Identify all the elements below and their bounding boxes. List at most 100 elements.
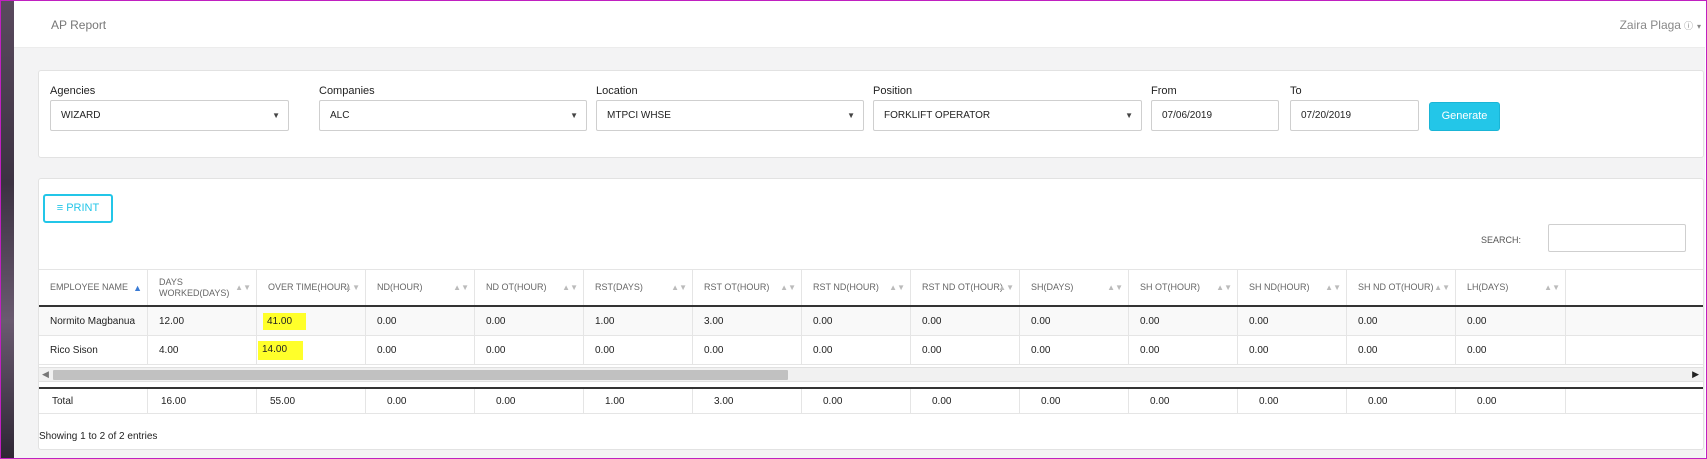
cell-value: 12.00: [159, 315, 185, 327]
column-header-label: SH(DAYS): [1031, 282, 1074, 292]
position-select[interactable]: FORKLIFT OPERATOR ▼: [873, 100, 1142, 131]
total-cell: 0.00: [802, 389, 911, 413]
table-cell: 0.00: [475, 307, 584, 335]
table-cell: 0.00: [693, 336, 802, 364]
to-date-input[interactable]: 07/20/2019: [1290, 100, 1419, 131]
total-value: 0.00: [932, 395, 952, 407]
table-cell: 0.00: [1347, 307, 1456, 335]
column-header-label: DAYS WORKED(DAYS): [159, 276, 230, 298]
cell-value: Rico Sison: [50, 344, 98, 356]
sort-icon: ▲▼: [344, 282, 360, 292]
table-cell: 4.00: [148, 336, 257, 364]
main-content: Agencies WIZARD ▼ Companies ALC ▼ Locati…: [14, 48, 1705, 458]
total-label: Total: [52, 395, 74, 407]
to-date-value: 07/20/2019: [1301, 110, 1352, 121]
total-value: 0.00: [1041, 395, 1061, 407]
dropdown-arrow-icon: ▼: [570, 111, 578, 120]
column-header-label: ND OT(HOUR): [486, 282, 547, 292]
sort-icon: ▲▼: [235, 282, 251, 292]
total-value: 0.00: [1477, 395, 1497, 407]
cell-value: 0.00: [377, 344, 397, 356]
column-header[interactable]: ND OT(HOUR) ▲▼: [475, 270, 584, 305]
column-header[interactable]: DAYS WORKED(DAYS) ▲▼: [148, 270, 257, 305]
from-label: From: [1151, 85, 1177, 97]
table-footer: Total 16.00 55.00 0.00 0.00 1.00 3.00 0.00 0.00 0…: [39, 387, 1703, 414]
sort-asc-icon: ▲: [133, 282, 142, 293]
table-cell: 0.00: [1238, 336, 1347, 364]
dropdown-arrow-icon: ▼: [1125, 111, 1133, 120]
from-field: From 07/06/2019: [1151, 85, 1279, 131]
chevron-down-icon[interactable]: ▾: [1697, 22, 1701, 31]
location-label: Location: [596, 85, 638, 97]
column-header-label: RST ND(HOUR): [813, 282, 879, 292]
from-date-value: 07/06/2019: [1162, 110, 1213, 121]
cell-value: 0.00: [1249, 315, 1269, 327]
table-cell: 0.00: [584, 336, 693, 364]
total-cell: 0.00: [1020, 389, 1129, 413]
horizontal-scrollbar[interactable]: ◀ ▶: [39, 367, 1703, 382]
column-header[interactable]: SH OT(HOUR) ▲▼: [1129, 270, 1238, 305]
user-menu[interactable]: Zaira Plaga ⓘ ▾: [1620, 18, 1701, 32]
column-header[interactable]: OVER TIME(HOUR) ▲▼: [257, 270, 366, 305]
search-input[interactable]: [1548, 224, 1686, 252]
column-header[interactable]: RST ND(HOUR) ▲▼: [802, 270, 911, 305]
column-header-label: SH OT(HOUR): [1140, 282, 1200, 292]
cell-value: 0.00: [1467, 344, 1487, 356]
column-header-label: SH ND(HOUR): [1249, 282, 1310, 292]
table-cell: Normito Magbanua: [39, 307, 148, 335]
table-cell: 0.00: [1347, 336, 1456, 364]
cell-value: 0.00: [922, 344, 942, 356]
cell-value: 0.00: [1031, 315, 1051, 327]
table-cell: 0.00: [1238, 307, 1347, 335]
column-header[interactable]: RST OT(HOUR) ▲▼: [693, 270, 802, 305]
table-cell: 0.00: [1020, 307, 1129, 335]
column-header-label: RST OT(HOUR): [704, 282, 770, 292]
total-value: 0.00: [387, 395, 407, 407]
cell-value: 0.00: [704, 344, 724, 356]
column-header[interactable]: ND(HOUR) ▲▼: [366, 270, 475, 305]
scrollbar-thumb[interactable]: [53, 370, 788, 380]
table-cell: 0.00: [911, 307, 1020, 335]
dropdown-arrow-icon: ▼: [847, 111, 855, 120]
user-name[interactable]: Zaira Plaga: [1620, 18, 1681, 32]
total-cell: 0.00: [475, 389, 584, 413]
column-header[interactable]: EMPLOYEE NAME ▲: [39, 270, 148, 305]
column-header-label: RST ND OT(HOUR): [922, 282, 1003, 292]
cell-value: Normito Magbanua: [50, 315, 136, 327]
column-header[interactable]: SH(DAYS) ▲▼: [1020, 270, 1129, 305]
table-cell: 41.00: [257, 307, 366, 335]
total-value: 1.00: [605, 395, 625, 407]
column-header-label: ND(HOUR): [377, 282, 423, 292]
column-header-label: EMPLOYEE NAME: [50, 282, 129, 292]
column-header[interactable]: SH ND(HOUR) ▲▼: [1238, 270, 1347, 305]
table-info: Showing 1 to 2 of 2 entries: [39, 431, 158, 442]
search-label: SEARCH:: [1481, 235, 1522, 245]
agencies-value: WIZARD: [61, 110, 101, 121]
table-cell: 1.00: [584, 307, 693, 335]
column-header[interactable]: SH ND OT(HOUR) ▲▼: [1347, 270, 1456, 305]
location-select[interactable]: MTPCI WHSE ▼: [596, 100, 864, 131]
totals-row: Total 16.00 55.00 0.00 0.00 1.00 3.00 0.00 0.00 0…: [39, 387, 1703, 414]
sort-icon: ▲▼: [998, 282, 1014, 292]
sort-icon: ▲▼: [1107, 282, 1123, 292]
table-cell: 0.00: [1129, 307, 1238, 335]
table-cell: 0.00: [1456, 307, 1566, 335]
generate-button[interactable]: Generate: [1429, 102, 1500, 131]
column-header[interactable]: LH(DAYS) ▲▼: [1456, 270, 1566, 305]
total-value: 3.00: [714, 395, 734, 407]
from-date-input[interactable]: 07/06/2019: [1151, 100, 1279, 131]
cell-value: 0.00: [922, 315, 942, 327]
agencies-field: Agencies WIZARD ▼: [50, 85, 289, 131]
print-button[interactable]: ≡ PRINT: [43, 194, 113, 223]
companies-select[interactable]: ALC ▼: [319, 100, 587, 131]
column-header[interactable]: RST(DAYS) ▲▼: [584, 270, 693, 305]
column-header-label: SH ND OT(HOUR): [1358, 282, 1434, 292]
dropdown-arrow-icon: ▼: [272, 111, 280, 120]
column-header[interactable]: RST ND OT(HOUR) ▲▼: [911, 270, 1020, 305]
cell-value: 4.00: [159, 344, 179, 356]
agencies-select[interactable]: WIZARD ▼: [50, 100, 289, 131]
scroll-right-arrow-icon[interactable]: ▶: [1692, 369, 1699, 380]
scroll-left-arrow-icon[interactable]: ◀: [42, 369, 49, 380]
sort-icon: ▲▼: [1544, 282, 1560, 292]
total-cell: 0.00: [366, 389, 475, 413]
